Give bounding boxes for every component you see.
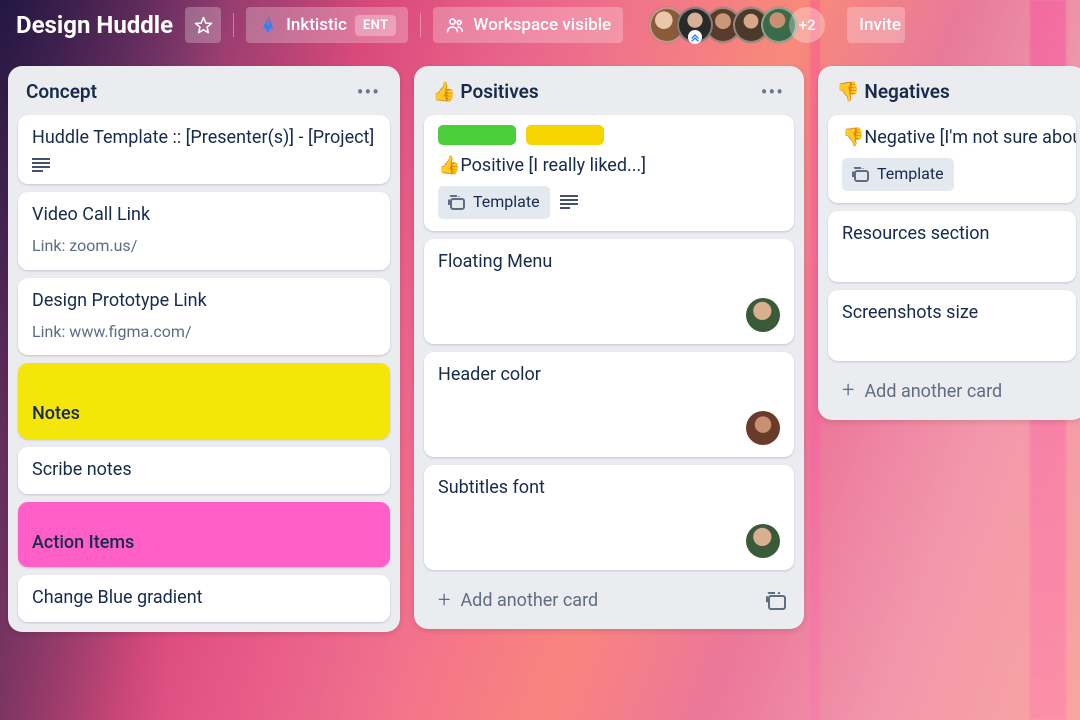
- description-icon: [560, 195, 578, 209]
- list-concept: Concept ••• Huddle Template :: [Presente…: [8, 66, 400, 632]
- card-title: Notes: [32, 401, 376, 426]
- list-title[interactable]: 👍 Positives: [432, 80, 539, 103]
- card[interactable]: Action Items: [18, 502, 390, 567]
- card-title: Header color: [438, 362, 780, 387]
- card[interactable]: Header color: [424, 352, 794, 457]
- atlassian-logo-icon: [258, 15, 278, 35]
- label-green[interactable]: [438, 125, 516, 145]
- card[interactable]: Huddle Template :: [Presenter(s)] - [Pro…: [18, 115, 390, 184]
- card[interactable]: Notes: [18, 363, 390, 438]
- board-title[interactable]: Design Huddle: [16, 11, 173, 39]
- board-header: Design Huddle Inktistic ENT Workspace vi…: [0, 0, 1080, 56]
- card-title: Video Call Link: [32, 202, 376, 227]
- list-title[interactable]: 👎 Negatives: [836, 80, 950, 103]
- card-title: Subtitles font: [438, 475, 780, 500]
- card-member-avatar[interactable]: [746, 298, 780, 332]
- member-overflow[interactable]: +2: [789, 7, 825, 43]
- workspace-button[interactable]: Inktistic ENT: [246, 7, 408, 43]
- divider: [233, 13, 234, 37]
- star-button[interactable]: [185, 7, 221, 43]
- add-card-button[interactable]: + Add another card: [432, 586, 604, 615]
- card-member-avatar[interactable]: [746, 411, 780, 445]
- create-from-template-button[interactable]: [766, 592, 786, 610]
- card[interactable]: Change Blue gradient: [18, 575, 390, 622]
- template-badge: Template: [438, 186, 550, 218]
- invite-button[interactable]: Invite: [847, 7, 905, 43]
- card-subtitle: Link: zoom.us/: [32, 235, 376, 257]
- card-title: 👎Negative [I'm not sure about...]: [842, 125, 1062, 150]
- star-icon: [194, 16, 213, 35]
- template-card[interactable]: 👍Positive [I really liked...] Template: [424, 115, 794, 231]
- card[interactable]: Screenshots size: [828, 290, 1076, 361]
- card-subtitle: Link: www.figma.com/: [32, 321, 376, 343]
- plus-icon: +: [842, 382, 854, 400]
- list-menu-button[interactable]: •••: [355, 87, 382, 97]
- card-member-avatar[interactable]: [746, 524, 780, 558]
- visibility-button[interactable]: Workspace visible: [433, 7, 623, 43]
- visibility-label: Workspace visible: [473, 15, 611, 35]
- board-members[interactable]: +2: [649, 7, 825, 43]
- card-title: Change Blue gradient: [32, 585, 376, 610]
- list-menu-button[interactable]: •••: [759, 87, 786, 97]
- card[interactable]: Video Call Link Link: zoom.us/: [18, 192, 390, 270]
- workspace-plan-badge: ENT: [355, 15, 397, 36]
- card-title: Design Prototype Link: [32, 288, 376, 313]
- add-card-button[interactable]: + Add another card: [836, 377, 1008, 406]
- list-positives: 👍 Positives ••• 👍Positive [I really like…: [414, 66, 804, 629]
- card[interactable]: Design Prototype Link Link: www.figma.co…: [18, 278, 390, 356]
- card[interactable]: Subtitles font: [424, 465, 794, 570]
- list-negatives: 👎 Negatives 👎Negative [I'm not sure abou…: [818, 66, 1080, 420]
- template-icon: [852, 167, 869, 182]
- description-icon: [32, 158, 50, 172]
- card-title: Resources section: [842, 221, 1062, 246]
- card-title: Screenshots size: [842, 300, 1062, 325]
- card[interactable]: Floating Menu: [424, 239, 794, 344]
- people-icon: [445, 15, 465, 35]
- workspace-name: Inktistic: [286, 15, 347, 35]
- card-title: Scribe notes: [32, 457, 376, 482]
- list-title[interactable]: Concept: [26, 80, 97, 103]
- card[interactable]: Scribe notes: [18, 447, 390, 494]
- label-yellow[interactable]: [526, 125, 604, 145]
- template-card[interactable]: 👎Negative [I'm not sure about...] Templa…: [828, 115, 1076, 203]
- member-avatar[interactable]: [677, 7, 713, 43]
- board-canvas: Concept ••• Huddle Template :: [Presente…: [0, 56, 1080, 720]
- divider: [420, 13, 421, 37]
- admin-badge-icon: [688, 30, 702, 44]
- card-title: Action Items: [32, 530, 376, 555]
- card-title: Huddle Template :: [Presenter(s)] - [Pro…: [32, 125, 376, 150]
- template-badge: Template: [842, 158, 954, 190]
- card-title: Floating Menu: [438, 249, 780, 274]
- card-title: 👍Positive [I really liked...]: [438, 153, 780, 178]
- card[interactable]: Resources section: [828, 211, 1076, 282]
- template-icon: [448, 195, 465, 210]
- plus-icon: +: [438, 592, 450, 610]
